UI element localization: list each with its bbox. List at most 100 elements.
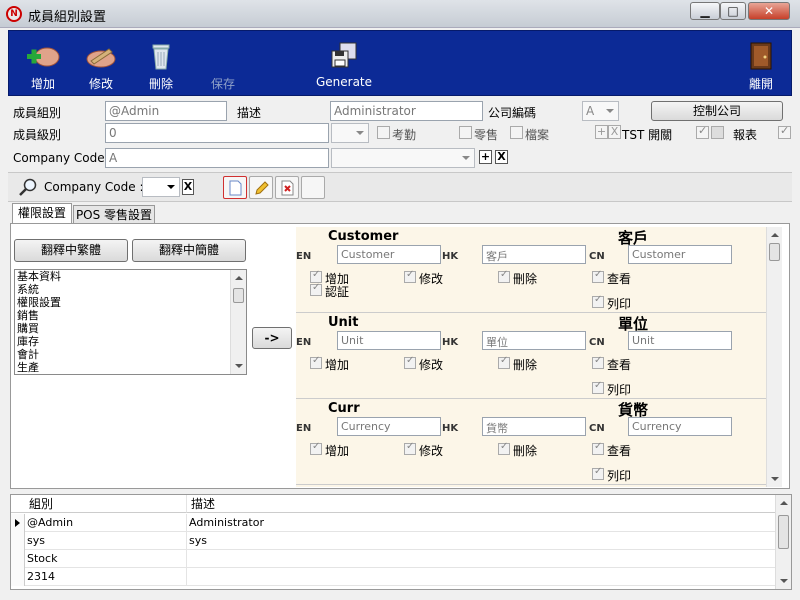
- level-label: 成員級別: [13, 128, 62, 142]
- tab-permissions[interactable]: 權限設置: [12, 203, 72, 225]
- delete-button[interactable]: 刪除: [133, 31, 189, 95]
- name-en-input[interactable]: Customer: [337, 245, 441, 264]
- name-cn-input[interactable]: Currency: [628, 417, 732, 436]
- permission-checkbox[interactable]: [404, 441, 416, 455]
- scroll-down-icon[interactable]: [780, 579, 788, 583]
- cell-group[interactable]: 2314: [25, 568, 187, 586]
- permission-checkbox[interactable]: [592, 380, 604, 394]
- tst-clear-button[interactable]: X: [608, 125, 621, 139]
- permission-checkbox[interactable]: [592, 294, 604, 308]
- scroll-down-icon[interactable]: [235, 364, 243, 368]
- permission-checkbox[interactable]: [592, 441, 604, 455]
- permission-checkbox[interactable]: [498, 269, 510, 283]
- level-select[interactable]: [331, 123, 369, 143]
- list-item[interactable]: 生產: [15, 361, 246, 374]
- permission-checkbox[interactable]: [592, 466, 604, 480]
- tst-plus-button[interactable]: +: [595, 125, 608, 139]
- level-input[interactable]: 0: [105, 123, 329, 143]
- permission-checkbox-label: 查看: [607, 444, 632, 458]
- close-button[interactable]: ✕: [748, 2, 790, 20]
- permission-checkbox[interactable]: [404, 269, 416, 283]
- company-code-select[interactable]: [331, 148, 475, 168]
- scroll-down-icon[interactable]: [771, 477, 779, 481]
- generate-button[interactable]: Generate: [309, 31, 379, 95]
- company-code-clear-button[interactable]: X: [495, 150, 508, 164]
- tab-pos-settings[interactable]: POS 零售設置: [73, 205, 155, 225]
- table-row[interactable]: @Admin Administrator: [11, 514, 777, 532]
- list-item[interactable]: 庫存: [15, 335, 246, 348]
- grid-header-desc[interactable]: 描述: [187, 495, 777, 513]
- retail-checkbox[interactable]: [459, 126, 472, 139]
- add-button[interactable]: 增加: [13, 31, 73, 95]
- edit-pencil-button[interactable]: [249, 176, 273, 199]
- list-item[interactable]: 權限設置: [15, 296, 246, 309]
- name-en-input[interactable]: Unit: [337, 331, 441, 350]
- scroll-up-icon[interactable]: [771, 233, 779, 237]
- permission-scrollbar[interactable]: [766, 227, 782, 487]
- translate-simplified-button[interactable]: 翻釋中簡體: [132, 239, 246, 262]
- cell-desc[interactable]: [187, 568, 777, 586]
- grid-scrollbar[interactable]: [775, 495, 791, 589]
- list-item[interactable]: 系統: [15, 283, 246, 296]
- edit-button[interactable]: 修改: [73, 31, 129, 95]
- scroll-thumb[interactable]: [233, 288, 244, 303]
- cell-group[interactable]: sys: [25, 532, 187, 550]
- module-list-scrollbar[interactable]: [230, 270, 246, 374]
- permission-checkbox[interactable]: [404, 355, 416, 369]
- list-item[interactable]: 基本資料: [15, 270, 246, 283]
- module-list[interactable]: 基本資料 系統 權限設置 銷售 購買 庫存 會計 生產: [14, 269, 247, 375]
- grid-header-group[interactable]: 組別: [25, 495, 187, 513]
- list-item[interactable]: 會計: [15, 348, 246, 361]
- cell-group[interactable]: @Admin: [25, 514, 187, 532]
- permission-checkbox[interactable]: [310, 355, 322, 369]
- toolbar-clear-button[interactable]: X: [182, 179, 194, 195]
- name-hk-input[interactable]: 貨幣: [482, 417, 586, 436]
- table-row[interactable]: Stock: [11, 550, 777, 568]
- tst-toggle[interactable]: [711, 126, 724, 139]
- name-hk-input[interactable]: 客戶: [482, 245, 586, 264]
- scroll-up-icon[interactable]: [235, 276, 243, 280]
- exit-button[interactable]: 離開: [733, 31, 789, 95]
- attendance-checkbox[interactable]: [377, 126, 390, 139]
- translate-traditional-button[interactable]: 翻釋中繁體: [14, 239, 128, 262]
- control-company-button[interactable]: 控制公司: [651, 101, 783, 121]
- description-input[interactable]: Administrator: [330, 101, 483, 121]
- cell-desc[interactable]: Administrator: [187, 514, 777, 532]
- name-cn-input[interactable]: Unit: [628, 331, 732, 350]
- table-row[interactable]: sys sys: [11, 532, 777, 550]
- group-input[interactable]: @Admin: [105, 101, 227, 121]
- minimize-button[interactable]: ▁: [690, 2, 720, 20]
- permission-checkbox[interactable]: [498, 355, 510, 369]
- save-button[interactable]: 保存: [195, 31, 251, 95]
- company-code-input[interactable]: A: [105, 148, 329, 168]
- toolbar-company-code-select[interactable]: [142, 177, 180, 197]
- delete-record-button[interactable]: [275, 176, 299, 199]
- scroll-thumb[interactable]: [778, 515, 789, 549]
- scroll-thumb[interactable]: [769, 243, 780, 261]
- tst-checkbox[interactable]: [696, 124, 709, 139]
- permission-checkbox[interactable]: [592, 355, 604, 369]
- file-checkbox[interactable]: [510, 126, 523, 139]
- company-no-select[interactable]: A: [582, 101, 619, 121]
- list-item[interactable]: 銷售: [15, 309, 246, 322]
- blank-toolbar-button[interactable]: [301, 176, 325, 199]
- apply-arrow-button[interactable]: ->: [252, 327, 292, 349]
- maximize-button[interactable]: □: [720, 2, 746, 20]
- new-document-button[interactable]: [223, 176, 247, 199]
- cell-group[interactable]: Stock: [25, 550, 187, 568]
- permission-checkbox[interactable]: [592, 269, 604, 283]
- cell-desc[interactable]: sys: [187, 532, 777, 550]
- table-row[interactable]: 2314: [11, 568, 777, 586]
- cell-desc[interactable]: [187, 550, 777, 568]
- name-en-input[interactable]: Currency: [337, 417, 441, 436]
- company-code-add-button[interactable]: +: [479, 150, 492, 164]
- search-icon[interactable]: [18, 177, 38, 197]
- name-cn-input[interactable]: Customer: [628, 245, 732, 264]
- name-hk-input[interactable]: 單位: [482, 331, 586, 350]
- permission-checkbox[interactable]: [310, 441, 322, 455]
- report-checkbox[interactable]: [778, 124, 791, 139]
- permission-checkbox[interactable]: [310, 282, 322, 296]
- list-item[interactable]: 購買: [15, 322, 246, 335]
- scroll-up-icon[interactable]: [780, 501, 788, 505]
- permission-checkbox[interactable]: [498, 441, 510, 455]
